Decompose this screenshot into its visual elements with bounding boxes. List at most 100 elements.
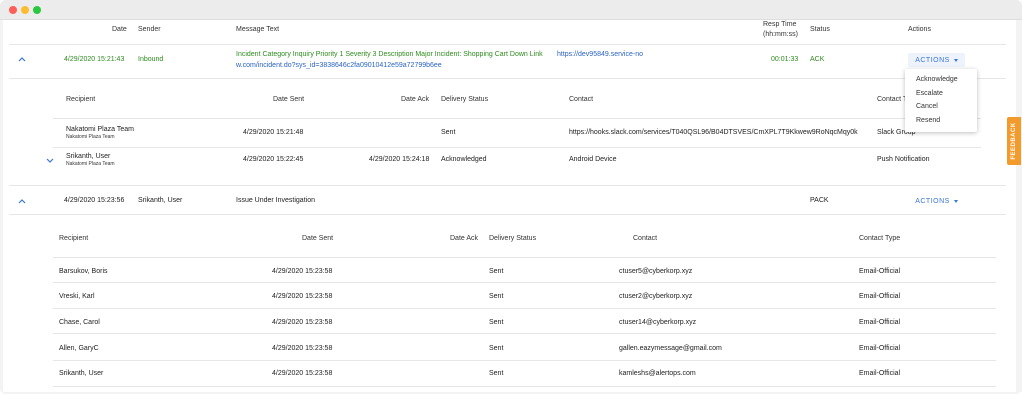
message-link-part2[interactable]: w.com/incident.do?sys_id=3838646c2fa0901… — [236, 62, 442, 69]
delivery-contact: kamleshs@alertops.com — [619, 370, 696, 377]
feedback-tab[interactable]: FEEDBACK — [1007, 117, 1021, 165]
feedback-label: FEEDBACK — [1011, 122, 1017, 160]
delivery-status: Sent — [489, 370, 504, 377]
message-resp-time: 00:01:33 — [771, 56, 799, 63]
delivery-header-date-sent: Date Sent — [302, 235, 334, 242]
browser-window: Date Sender Message Text Resp Time (hh:m… — [0, 0, 1022, 394]
delivery-contact-type: Email-Official — [859, 268, 901, 275]
caret-down-icon — [953, 58, 958, 62]
delivery-contact: Android Device — [569, 156, 617, 163]
delivery-contact-type: Email-Official — [859, 293, 901, 300]
delivery-divider — [53, 308, 996, 309]
message-sender: Srikanth, User — [138, 197, 183, 204]
delivery-header-date-ack: Date Ack — [450, 235, 479, 242]
actions-button-label: ACTIONS — [915, 56, 950, 64]
delivery-date-sent: 4/29/2020 15:23:58 — [272, 370, 333, 377]
delivery-date-sent: 4/29/2020 15:22:45 — [243, 156, 304, 163]
message-status: PACK — [810, 197, 829, 204]
column-header-resp-time[interactable]: Resp Time — [763, 21, 796, 28]
delivery-date-sent: 4/29/2020 15:23:58 — [272, 268, 333, 275]
delivery-status: Sent — [489, 345, 504, 352]
collapse-chevron-up-icon[interactable] — [17, 54, 27, 64]
close-window-button[interactable] — [9, 6, 17, 14]
menu-item-acknowledge[interactable]: Acknowledge — [916, 76, 958, 83]
delivery-recipient: Barsukov, Boris — [59, 268, 108, 275]
delivery-contact: gallen.eazymessage@gmail.com — [619, 345, 722, 352]
column-header-date[interactable]: Date — [112, 26, 127, 33]
delivery-header-delivery-status: Delivery Status — [441, 96, 489, 103]
message-divider — [9, 78, 1006, 79]
delivery-recipient: Srikanth, User — [59, 370, 104, 377]
actions-button-label: ACTIONS — [915, 197, 950, 205]
delivery-header-recipient: Recipient — [59, 235, 89, 242]
delivery-date-sent: 4/29/2020 15:21:48 — [243, 129, 304, 136]
delivery-contact-type: Email-Official — [859, 370, 901, 377]
column-header-status[interactable]: Status — [810, 26, 830, 33]
vertical-scrollbar[interactable] — [1016, 20, 1022, 392]
actions-menu: Acknowledge Escalate Cancel Resend — [905, 69, 977, 132]
message-date: 4/29/2020 15:23:56 — [64, 197, 125, 204]
delivery-contact: ctuser14@cyberkorp.xyz — [619, 319, 697, 326]
delivery-date-ack: 4/29/2020 15:24:18 — [369, 156, 430, 163]
message-divider — [9, 185, 1006, 186]
delivery-status: Sent — [489, 268, 504, 275]
delivery-divider — [53, 360, 996, 361]
caret-down-icon — [953, 199, 958, 203]
actions-dropdown-button[interactable]: ACTIONS — [908, 194, 965, 208]
collapse-chevron-up-icon[interactable] — [17, 196, 27, 206]
delivery-contact: https://hooks.slack.com/services/T040QSL… — [569, 129, 858, 136]
delivery-header-date-ack: Date Ack — [401, 96, 430, 103]
delivery-contact-type: Push Notification — [877, 156, 930, 163]
message-divider — [9, 214, 1006, 215]
message-log-table: Date Sender Message Text Resp Time (hh:m… — [3, 20, 1016, 392]
delivery-date-sent: 4/29/2020 15:23:58 — [272, 345, 333, 352]
delivery-header-contact-type: Contact T — [877, 96, 908, 103]
menu-item-cancel[interactable]: Cancel — [916, 103, 938, 110]
delivery-recipient: Chase, Carol — [59, 319, 100, 326]
delivery-divider — [53, 118, 981, 119]
actions-dropdown-button[interactable]: ACTIONS — [908, 53, 965, 67]
column-header-actions: Actions — [908, 26, 931, 33]
message-status: ACK — [810, 56, 825, 63]
column-header-resp-time-unit: (hh:mm:ss) — [763, 31, 798, 38]
minimize-window-button[interactable] — [21, 6, 29, 14]
delivery-header-contact-type: Contact Type — [859, 235, 901, 242]
column-header-sender[interactable]: Sender — [138, 26, 161, 33]
delivery-recipient-team: Nakatomi Plaza Team — [66, 161, 115, 167]
delivery-recipient: Srikanth, User — [66, 153, 111, 160]
delivery-divider — [53, 386, 996, 387]
zoom-window-button[interactable] — [33, 6, 41, 14]
message-date: 4/29/2020 15:21:43 — [64, 56, 125, 63]
delivery-date-sent: 4/29/2020 15:23:58 — [272, 319, 333, 326]
delivery-contact-type: Email-Official — [859, 345, 901, 352]
delivery-contact: ctuser5@cyberkorp.xyz — [619, 268, 693, 275]
window-titlebar — [0, 0, 1022, 20]
delivery-status: Sent — [489, 319, 504, 326]
delivery-divider — [53, 257, 996, 258]
header-divider — [9, 44, 1006, 45]
delivery-header-recipient: Recipient — [66, 96, 96, 103]
delivery-status: Acknowledged — [441, 156, 487, 163]
message-sender: Inbound — [138, 56, 164, 63]
delivery-header-contact: Contact — [569, 96, 594, 103]
message-link-part1[interactable]: https://dev95849.service-no — [557, 51, 643, 58]
menu-item-escalate[interactable]: Escalate — [916, 90, 943, 97]
message-text: Incident Category Inquiry Priority 1 Sev… — [236, 51, 543, 58]
menu-item-resend[interactable]: Resend — [916, 117, 940, 124]
delivery-recipient: Vreski, Karl — [59, 293, 95, 300]
delivery-recipient: Nakatomi Plaza Team — [66, 126, 134, 133]
delivery-divider — [53, 333, 996, 334]
delivery-status: Sent — [489, 293, 504, 300]
delivery-date-sent: 4/29/2020 15:23:58 — [272, 293, 333, 300]
delivery-divider — [53, 147, 981, 148]
delivery-contact: ctuser2@cyberkorp.xyz — [619, 293, 693, 300]
column-header-message-text[interactable]: Message Text — [236, 26, 279, 33]
delivery-contact-type: Email-Official — [859, 319, 901, 326]
message-text: Issue Under Investigation — [236, 197, 315, 204]
delivery-header-contact: Contact — [633, 235, 658, 242]
delivery-recipient: Allen, GaryC — [59, 345, 99, 352]
delivery-header-delivery-status: Delivery Status — [489, 235, 537, 242]
delivery-header-date-sent: Date Sent — [273, 96, 305, 103]
expand-chevron-down-icon[interactable] — [45, 155, 55, 165]
delivery-status: Sent — [441, 129, 456, 136]
